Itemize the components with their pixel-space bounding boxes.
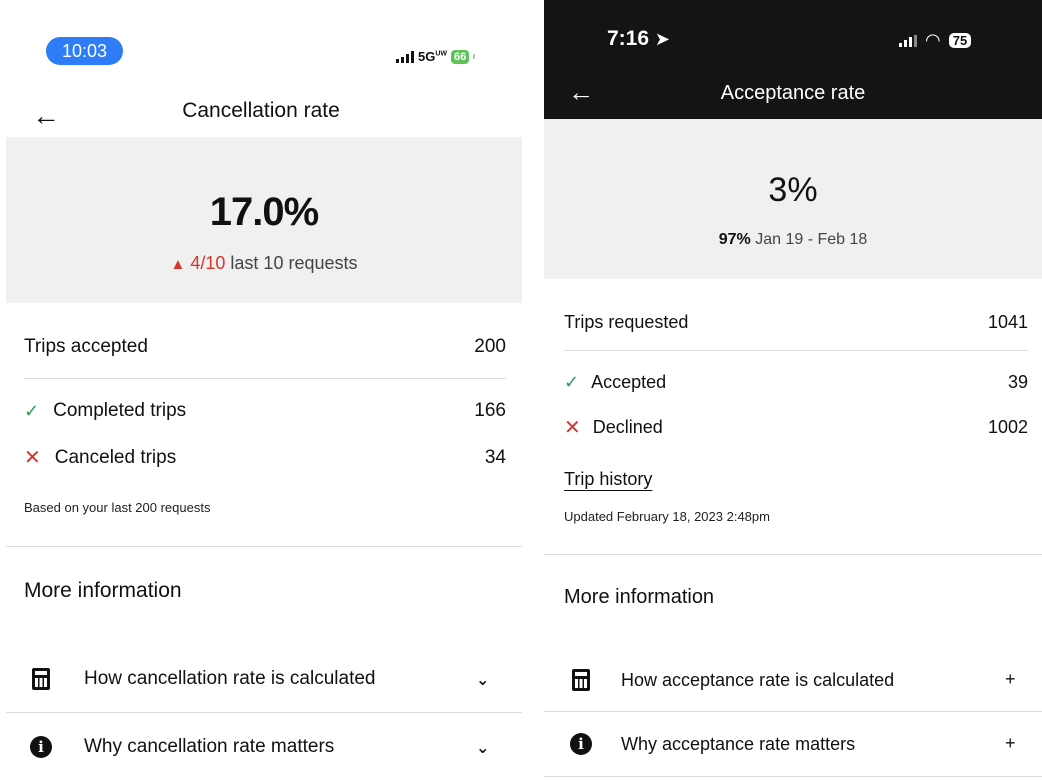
status-time: 10:03 [46,37,123,65]
info-icon: i [30,736,52,758]
location-arrow-icon: ➤ [654,29,670,49]
faq-label: How cancellation rate is calculated [84,668,376,689]
plus-icon[interactable]: + [1005,733,1016,754]
updated-note: Updated February 18, 2023 2:48pm [564,509,770,524]
more-information-title: More information [24,579,182,602]
cross-icon: ✕ [24,447,41,469]
row-value: 34 [484,446,506,468]
cancellation-rate-screen: 10:03 5GUW 66 ← Cancellation rate 17.0% … [0,0,522,780]
check-icon: ✓ [24,400,40,421]
summary-value: 200 [474,336,506,357]
rate-summary-panel: 17.0% ▲ 4/10 last 10 requests [6,137,522,303]
row-label: Canceled trips [54,446,177,468]
divider [6,712,522,713]
faq-why-matters[interactable]: i Why cancellation rate matters [30,736,500,758]
cross-icon: ✕ [564,417,581,439]
check-icon: ✓ [564,372,580,392]
row-label: Accepted [591,372,667,392]
chevron-down-icon[interactable]: ⌄ [476,738,489,758]
divider [24,378,506,379]
divider [544,554,1042,555]
row-value: 39 [1007,372,1028,392]
status-time: 7:16 ➤ [607,27,670,50]
app-header: 7:16 ➤ ◠ 75 ← Acceptance rate [544,0,1042,119]
wifi-icon: ◠ [925,30,941,50]
completed-trips-row: ✓ Completed trips 166 [24,400,506,422]
more-information-title: More information [564,586,715,608]
accepted-row: ✓ Accepted 39 [564,372,1028,393]
rate-value: 3% [768,171,818,209]
faq-how-calculated[interactable]: How cancellation rate is calculated [30,668,500,690]
status-indicators: 5GUW 66 [396,49,476,64]
plus-icon[interactable]: + [1005,669,1016,690]
info-icon: i [570,733,592,755]
faq-how-calculated[interactable]: How acceptance rate is calculated [570,669,1010,691]
status-indicators: ◠ 75 [899,30,972,51]
battery-icon: 75 [948,33,972,48]
acceptance-rate-screen: 7:16 ➤ ◠ 75 ← Acceptance rate 3% 97% Jan… [544,0,1042,780]
faq-label: How acceptance rate is calculated [621,669,895,690]
trip-history-link[interactable]: Trip history [564,469,652,490]
triangle-up-icon: ▲ [170,256,186,273]
battery-icon: 66 [451,49,470,64]
row-label: Completed trips [53,400,187,421]
divider [6,546,522,547]
calculator-icon [30,668,52,690]
faq-label: Why acceptance rate matters [621,733,856,754]
rate-period: 97% Jan 19 - Feb 18 [544,231,1042,249]
trips-accepted-row: Trips accepted 200 [24,336,506,358]
summary-label: Trips requested [564,312,689,332]
calculator-icon [570,669,592,691]
divider [544,711,1042,712]
recent-requests: ▲ 4/10 last 10 requests [6,253,522,274]
signal-icon [899,34,917,47]
period-range: Jan 19 - Feb 18 [755,231,868,248]
row-label: Declined [592,417,663,437]
page-title: Cancellation rate [182,99,340,122]
row-value: 166 [474,400,506,421]
declined-row: ✕ Declined 1002 [564,415,1028,440]
canceled-trips-row: ✕ Canceled trips 34 [24,445,506,470]
rate-value: 17.0% [209,190,319,234]
divider [564,350,1028,351]
faq-why-matters[interactable]: i Why acceptance rate matters [570,733,1010,755]
rate-summary-panel: 3% 97% Jan 19 - Feb 18 [544,119,1042,279]
period-percent: 97% [718,231,751,248]
row-value: 1002 [987,417,1028,437]
recent-fraction: 4/10 [190,253,226,273]
requests-note: Based on your last 200 requests [24,500,211,515]
faq-label: Why cancellation rate matters [84,736,335,757]
summary-label: Trips accepted [24,336,148,357]
network-label: 5GUW [418,49,448,64]
signal-icon [396,50,414,63]
summary-value: 1041 [987,312,1028,332]
recent-text: last 10 requests [230,253,358,273]
page-title: Acceptance rate [720,82,866,104]
divider [544,776,1042,777]
trips-requested-row: Trips requested 1041 [564,312,1028,333]
chevron-down-icon[interactable]: ⌄ [476,670,489,690]
